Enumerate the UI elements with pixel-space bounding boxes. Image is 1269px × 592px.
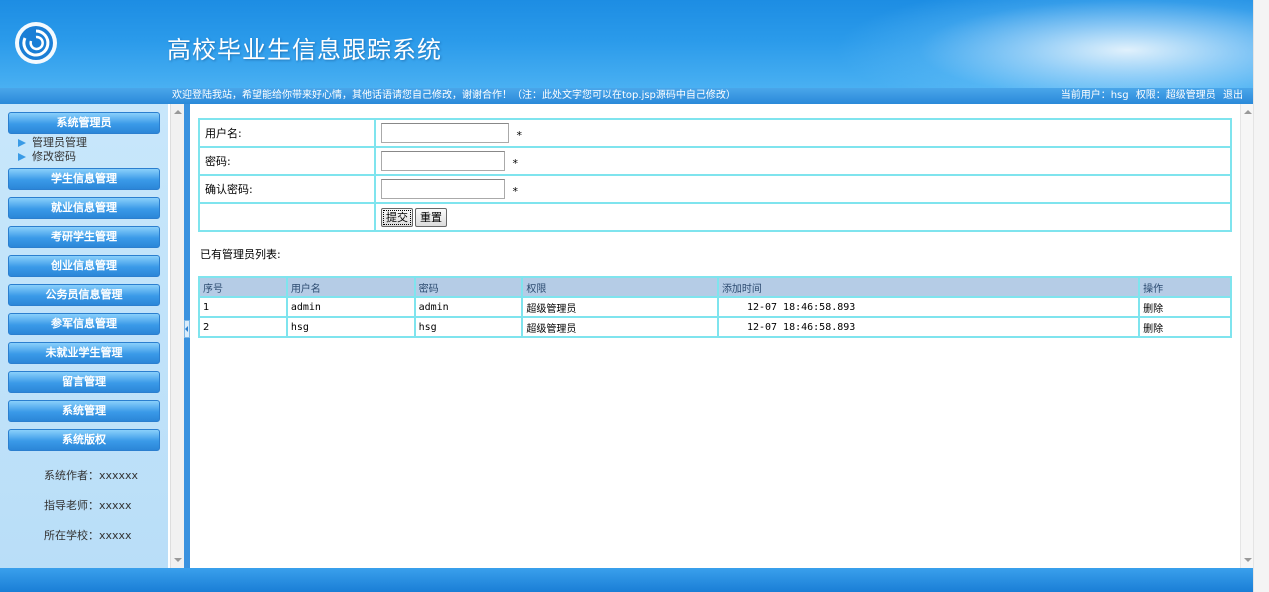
menu-employment-info[interactable]: 就业信息管理 (8, 197, 160, 219)
menu-startup[interactable]: 创业信息管理 (8, 255, 160, 277)
confirm-password-input[interactable] (381, 179, 505, 199)
welcome-bar: 欢迎登陆我站，希望能给你带来好心情，其他话语请您自己修改，谢谢合作！（注：此处文… (0, 88, 1253, 104)
scroll-down-icon[interactable] (174, 558, 182, 562)
col-password: 密码 (413, 276, 524, 298)
username-input[interactable] (381, 123, 509, 143)
logo-icon (15, 22, 57, 64)
col-username: 用户名 (285, 276, 416, 298)
cell-username: admin (285, 296, 416, 318)
menu-copyright[interactable]: 系统版权 (8, 429, 160, 451)
table-row: 2 hsg hsg 超级管理员 12-07 18:46:58.893 删除 (198, 316, 1232, 338)
role-label: 权限： (1135, 90, 1166, 101)
confirm-password-cell: * (374, 174, 1232, 204)
col-added-time: 添加时间 (716, 276, 1141, 298)
credit-school: 所在学校：xxxxx (44, 529, 132, 542)
cell-username: hsg (285, 316, 416, 338)
menu-unemployed[interactable]: 未就业学生管理 (8, 342, 160, 364)
menu-student-info[interactable]: 学生信息管理 (8, 168, 160, 190)
menu-system[interactable]: 系统管理 (8, 400, 160, 422)
arrow-right-icon (18, 139, 26, 147)
credit-author: 系统作者：xxxxxx (44, 469, 139, 482)
username-label: 用户名: (198, 118, 376, 148)
scroll-up-icon[interactable] (174, 110, 182, 114)
cell-role: 超级管理员 (521, 296, 719, 318)
password-input[interactable] (381, 151, 505, 171)
reset-button[interactable]: 重置 (415, 207, 447, 227)
cell-role: 超级管理员 (521, 316, 719, 338)
user-info: 当前用户：hsg 权限：超级管理员 退出 (1057, 88, 1243, 104)
menu-item-change-password[interactable]: 修改密码 (18, 150, 168, 164)
app-title: 高校毕业生信息跟踪系统 (167, 36, 442, 64)
menu-system-admin-items: 管理员管理 修改密码 (18, 136, 168, 164)
menu-item-label: 管理员管理 (32, 136, 87, 149)
app-footer (0, 568, 1253, 592)
page-scrollbar[interactable] (1253, 0, 1269, 592)
menu-messages[interactable]: 留言管理 (8, 371, 160, 393)
sidebar-scrollbar[interactable] (170, 104, 184, 568)
arrow-right-icon (18, 153, 26, 161)
admin-form: 用户名: * 密码: * 确认密码: * 提交 重置 (198, 118, 1232, 232)
main-content: 用户名: * 密码: * 确认密码: * 提交 重置 已有管理员列表: 序号 用… (190, 104, 1240, 568)
password-cell: * (374, 146, 1232, 176)
scroll-up-icon[interactable] (1244, 110, 1252, 114)
required-mark: * (512, 157, 519, 170)
menu-item-admin-manage[interactable]: 管理员管理 (18, 136, 168, 150)
cell-added-time: 12-07 18:46:58.893 (716, 296, 1141, 318)
empty-label-cell (198, 202, 376, 232)
sidebar: 系统管理员 管理员管理 修改密码 学生信息管理 就业信息管理 考研学生管理 创业… (0, 104, 168, 568)
button-cell: 提交 重置 (374, 202, 1232, 232)
admin-list-title: 已有管理员列表: (200, 248, 281, 261)
required-mark: * (512, 185, 519, 198)
cell-index: 2 (198, 316, 288, 338)
credit-teacher: 指导老师：xxxxx (44, 499, 132, 512)
confirm-password-label: 确认密码: (198, 174, 376, 204)
welcome-text: 欢迎登陆我站，希望能给你带来好心情，其他话语请您自己修改，谢谢合作！（注：此处文… (172, 90, 736, 101)
required-mark: * (516, 129, 523, 142)
current-user-label: 当前用户： (1060, 90, 1111, 101)
cell-password: hsg (413, 316, 524, 338)
menu-item-label: 修改密码 (32, 150, 76, 163)
cell-index: 1 (198, 296, 288, 318)
table-row: 1 admin admin 超级管理员 12-07 18:46:58.893 删… (198, 296, 1232, 318)
col-role: 权限 (521, 276, 719, 298)
submit-button[interactable]: 提交 (381, 207, 413, 227)
main-scrollbar[interactable] (1240, 104, 1253, 568)
cell-password: admin (413, 296, 524, 318)
header-decoration (833, 0, 1253, 88)
password-label: 密码: (198, 146, 376, 176)
cell-added-time: 12-07 18:46:58.893 (716, 316, 1141, 338)
table-header-row: 序号 用户名 密码 权限 添加时间 操作 (198, 276, 1232, 298)
scroll-down-icon[interactable] (1244, 558, 1252, 562)
menu-postgrad[interactable]: 考研学生管理 (8, 226, 160, 248)
logout-link[interactable]: 退出 (1223, 90, 1243, 101)
delete-link[interactable]: 删除 (1138, 296, 1232, 318)
delete-link[interactable]: 删除 (1138, 316, 1232, 338)
menu-system-admin[interactable]: 系统管理员 (8, 112, 160, 134)
app-header: 高校毕业生信息跟踪系统 (0, 0, 1253, 88)
username-cell: * (374, 118, 1232, 148)
menu-civil-servant[interactable]: 公务员信息管理 (8, 284, 160, 306)
role-value: 超级管理员 (1165, 90, 1216, 101)
current-user: hsg (1110, 90, 1129, 101)
col-action: 操作 (1138, 276, 1232, 298)
col-index: 序号 (198, 276, 288, 298)
menu-military[interactable]: 参军信息管理 (8, 313, 160, 335)
admin-table: 序号 用户名 密码 权限 添加时间 操作 1 admin admin 超级管理员… (198, 276, 1232, 338)
